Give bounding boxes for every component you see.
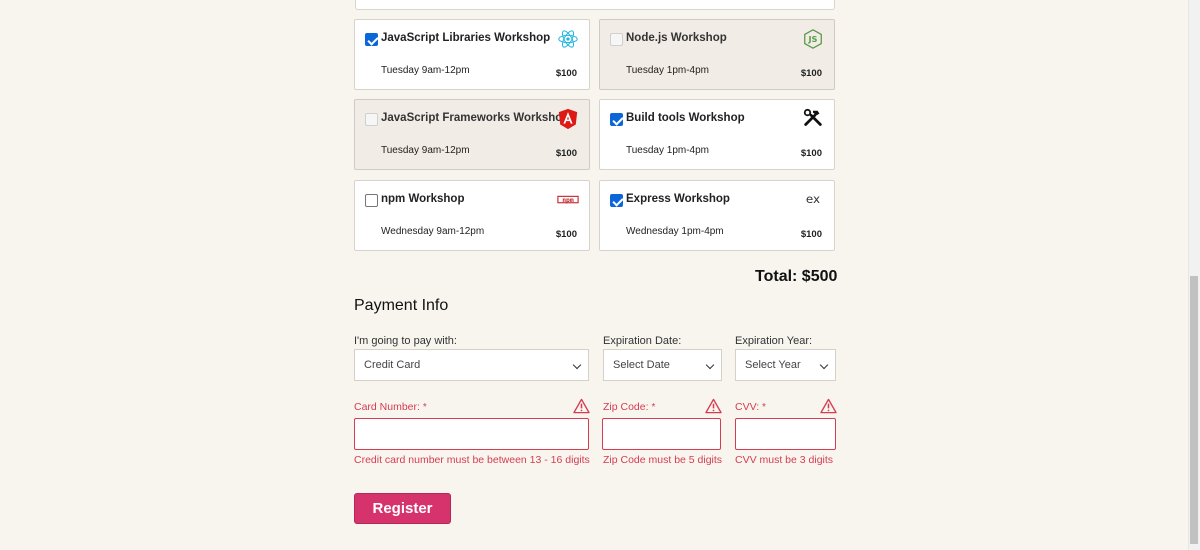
payment-method-value: Credit Card bbox=[364, 359, 421, 371]
workshop-price: $100 bbox=[555, 229, 577, 240]
chevron-down-icon bbox=[705, 360, 715, 370]
svg-text:npm: npm bbox=[562, 196, 574, 204]
workshop-name: Build tools Workshop bbox=[626, 112, 745, 124]
workshop-checkbox[interactable] bbox=[365, 33, 378, 46]
cvv-input[interactable] bbox=[735, 418, 836, 450]
zip-code-input[interactable] bbox=[602, 418, 721, 450]
payment-method-select[interactable]: Credit Card bbox=[354, 349, 589, 381]
workshop-name: Node.js Workshop bbox=[626, 32, 727, 44]
svg-text:JS: JS bbox=[807, 34, 817, 44]
workshop-card-nodejs[interactable]: Node.js Workshop Tuesday 1pm-4pm $100 JS bbox=[599, 19, 835, 90]
workshop-name: Express Workshop bbox=[626, 193, 730, 205]
required-mark: * bbox=[651, 402, 656, 413]
workshop-time: Wednesday 1pm-4pm bbox=[626, 226, 724, 237]
scrollbar-thumb[interactable] bbox=[1190, 276, 1198, 544]
register-button[interactable]: Register bbox=[354, 493, 451, 524]
chevron-down-icon bbox=[819, 360, 829, 370]
expiration-date-label: Expiration Date: bbox=[603, 335, 682, 347]
workshop-checkbox[interactable] bbox=[365, 194, 378, 207]
required-mark: * bbox=[762, 402, 766, 413]
react-icon bbox=[558, 30, 578, 48]
workshop-time: Tuesday 9am-12pm bbox=[381, 65, 470, 76]
workshop-card-build-tools[interactable]: Build tools Workshop Tuesday 1pm-4pm $10… bbox=[599, 99, 835, 170]
workshop-price: $100 bbox=[800, 229, 822, 240]
zip-code-label: Zip Code: * bbox=[603, 401, 655, 413]
workshop-time: Tuesday 1pm-4pm bbox=[626, 145, 709, 156]
expiration-year-label: Expiration Year: bbox=[735, 335, 813, 347]
expiration-date-select[interactable]: Select Date bbox=[603, 349, 722, 381]
workshop-name: npm Workshop bbox=[381, 193, 465, 205]
workshop-checkbox[interactable] bbox=[365, 113, 378, 126]
workshop-card-npm[interactable]: npm Workshop Wednesday 9am-12pm $100 npm bbox=[354, 180, 590, 251]
workshop-price: $100 bbox=[555, 68, 577, 79]
workshop-card-express[interactable]: Express Workshop Wednesday 1pm-4pm $100 … bbox=[599, 180, 835, 251]
workshop-price: $100 bbox=[555, 148, 577, 159]
workshop-checkbox[interactable] bbox=[610, 33, 623, 46]
previous-fieldset-edge bbox=[355, 0, 835, 10]
tools-icon bbox=[803, 108, 822, 126]
express-icon: ex bbox=[806, 192, 820, 206]
workshop-card-js-frameworks[interactable]: JavaScript Frameworks Workshop Tuesday 9… bbox=[354, 99, 590, 170]
workshop-price: $100 bbox=[800, 68, 822, 79]
svg-text:ex: ex bbox=[806, 192, 820, 206]
cvv-error: CVV must be 3 digits bbox=[735, 454, 834, 466]
zip-code-error: Zip Code must be 5 digits bbox=[603, 454, 723, 466]
expiration-year-value: Select Year bbox=[745, 359, 801, 371]
total-cost: Total: $500 bbox=[755, 268, 838, 285]
warning-icon bbox=[705, 398, 722, 414]
workshop-name: JavaScript Libraries Workshop bbox=[381, 32, 551, 44]
cvv-label-text: CVV: bbox=[735, 401, 760, 413]
workshop-time: Wednesday 9am-12pm bbox=[381, 226, 485, 237]
zip-code-label-text: Zip Code: bbox=[603, 401, 649, 413]
warning-icon bbox=[820, 398, 837, 414]
npm-icon: npm bbox=[557, 195, 579, 204]
warning-icon bbox=[573, 398, 590, 414]
cvv-label: CVV: * bbox=[735, 401, 766, 413]
card-number-error: Credit card number must be between 13 - … bbox=[354, 454, 590, 466]
card-number-label-text: Card Number: bbox=[354, 401, 420, 413]
expiration-year-select[interactable]: Select Year bbox=[735, 349, 836, 381]
workshop-checkbox[interactable] bbox=[610, 194, 623, 207]
workshop-card-js-libraries[interactable]: JavaScript Libraries Workshop Tuesday 9a… bbox=[354, 19, 590, 90]
workshop-time: Tuesday 9am-12pm bbox=[381, 145, 470, 156]
pay-with-label: I'm going to pay with: bbox=[354, 335, 457, 347]
workshop-time: Tuesday 1pm-4pm bbox=[626, 65, 709, 76]
expiration-date-value: Select Date bbox=[613, 359, 670, 371]
chevron-down-icon bbox=[572, 360, 582, 370]
required-mark: * bbox=[422, 402, 427, 413]
workshop-price: $100 bbox=[800, 148, 822, 159]
card-number-label: Card Number: * bbox=[354, 401, 427, 413]
payment-info-title: Payment Info bbox=[354, 297, 449, 314]
page-scrollbar[interactable] bbox=[1188, 0, 1200, 550]
workshop-name: JavaScript Frameworks Workshop bbox=[381, 112, 570, 124]
workshop-checkbox[interactable] bbox=[610, 113, 623, 126]
card-number-input[interactable] bbox=[354, 418, 589, 450]
nodejs-icon: JS bbox=[804, 29, 822, 49]
angular-icon bbox=[558, 108, 578, 130]
